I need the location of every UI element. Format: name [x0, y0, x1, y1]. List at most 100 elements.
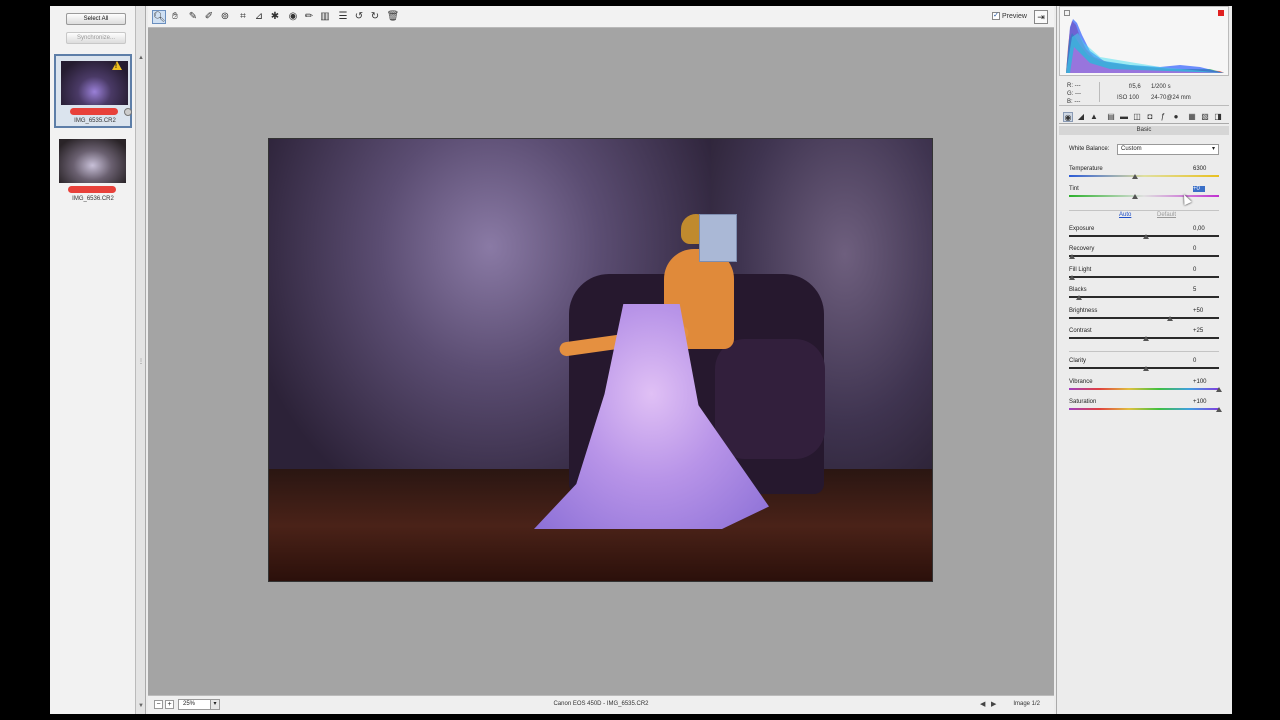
preferences-icon[interactable]: ☰	[336, 10, 350, 24]
slider-thumb[interactable]	[1132, 194, 1139, 199]
tab-camera-calibration-icon[interactable]: ●	[1171, 112, 1181, 122]
filmstrip: Select All Synchronize... ! IMG_6535.CR2…	[50, 6, 136, 714]
previous-image-icon[interactable]: ◀	[980, 700, 985, 708]
slider-thumb[interactable]	[1132, 174, 1139, 179]
slider-value-field[interactable]: 6300	[1193, 166, 1221, 172]
tab-snapshots-icon[interactable]: ▧	[1200, 112, 1210, 122]
r-value: R: ---	[1067, 83, 1081, 89]
slider-track[interactable]	[1069, 195, 1219, 197]
slider-value-field[interactable]: 0	[1193, 358, 1221, 364]
edited-badge-icon	[124, 108, 132, 116]
target-adjust-tool-icon[interactable]: ⊚	[218, 10, 232, 24]
info-separator	[1099, 82, 1100, 102]
slider-value-field[interactable]: +100	[1193, 399, 1221, 405]
thumbnail-caption: IMG_6536.CR2	[72, 196, 114, 202]
slider-thumb[interactable]	[1167, 316, 1174, 321]
tab-split-toning-icon[interactable]: ▬	[1119, 112, 1129, 122]
slider-thumb[interactable]	[1142, 366, 1149, 371]
status-bar: − + 25% ▾ Canon EOS 450D - IMG_6535.CR2 …	[148, 695, 1054, 714]
slider-value-field[interactable]: +25	[1193, 328, 1221, 334]
slider-value-field[interactable]: +50	[1193, 308, 1221, 314]
slider-value-field[interactable]: +0	[1193, 186, 1205, 192]
slider-track[interactable]	[1069, 255, 1219, 257]
white-balance-select[interactable]: Custom ▾	[1117, 144, 1219, 155]
straighten-tool-icon[interactable]: ⊿	[252, 10, 266, 24]
slider-thumb[interactable]	[1142, 336, 1149, 341]
slider-thumb[interactable]	[1076, 295, 1083, 300]
color-label-red	[70, 108, 118, 115]
auto-link[interactable]: Auto	[1119, 212, 1131, 218]
section-divider	[1069, 210, 1219, 211]
slider-track[interactable]	[1069, 276, 1219, 278]
g-value: G: ---	[1067, 91, 1081, 97]
tab-fx-icon[interactable]: ƒ	[1158, 112, 1168, 122]
thumbnail-img-6536[interactable]: IMG_6536.CR2	[54, 134, 132, 208]
tab-lens-corrections-icon[interactable]: ◫	[1132, 112, 1142, 122]
next-image-icon[interactable]: ▶	[991, 700, 996, 708]
slider-thumb[interactable]	[1216, 387, 1222, 392]
slider-track[interactable]	[1069, 296, 1219, 298]
tab-detail-icon[interactable]: ▲	[1089, 112, 1099, 122]
adjustment-panel: R: --- G: --- B: --- f/5,6 ISO 100 1/200…	[1056, 6, 1232, 714]
preview-toggle[interactable]: ✓ Preview	[992, 12, 1027, 20]
tab-presets-icon[interactable]: ▦	[1187, 112, 1197, 122]
slider-label: Blacks	[1069, 287, 1087, 293]
photo-gray-card	[699, 214, 737, 262]
slider-thumb[interactable]	[1216, 407, 1222, 412]
slider-value-field[interactable]: 0	[1193, 267, 1221, 273]
slider-value-field[interactable]: +100	[1193, 379, 1221, 385]
slider-thumb[interactable]	[1069, 275, 1075, 280]
color-sampler-tool-icon[interactable]: ✐	[202, 10, 216, 24]
warning-icon	[112, 61, 122, 70]
slider-value-field[interactable]: 0	[1193, 246, 1221, 252]
tab-menu-icon[interactable]: ◨	[1213, 112, 1223, 122]
slider-track[interactable]	[1069, 408, 1219, 410]
hand-tool-icon[interactable]: ✋︎	[168, 10, 182, 24]
scroll-down-icon[interactable]: ▼	[137, 702, 145, 710]
spot-removal-tool-icon[interactable]: ✱	[268, 10, 282, 24]
slider-track[interactable]	[1069, 317, 1219, 319]
tab-hsl-icon[interactable]: ▤	[1106, 112, 1116, 122]
slider-thumb[interactable]	[1069, 254, 1075, 259]
slider-value-field[interactable]: 5	[1193, 287, 1221, 293]
red-eye-tool-icon[interactable]: ◉	[286, 10, 300, 24]
slider-label: Vibrance	[1069, 379, 1093, 385]
raw-image-preview[interactable]	[268, 138, 933, 582]
section-divider	[1069, 351, 1219, 352]
white-balance-tool-icon[interactable]: ✎	[186, 10, 200, 24]
trash-icon[interactable]: 🗑︎	[386, 10, 400, 24]
tab-tone-curve-icon[interactable]: ◢	[1076, 112, 1086, 122]
slider-value-field[interactable]: 0,00	[1193, 226, 1221, 232]
panel-divider-handle-icon[interactable]: ⋮	[137, 358, 145, 366]
thumbnail-img-6535[interactable]: ! IMG_6535.CR2	[54, 54, 132, 128]
graduated-filter-icon[interactable]: ▥	[318, 10, 332, 24]
crop-tool-icon[interactable]: ⌗	[236, 10, 250, 24]
panel-title: Basic	[1059, 126, 1229, 135]
white-balance-label: White Balance:	[1069, 146, 1110, 152]
preview-checkbox[interactable]: ✓	[992, 12, 1000, 20]
toolbar: 🔍︎ ✋︎ ✎ ✐ ⊚ ⌗ ⊿ ✱ ◉ ✏︎ ▥ ☰ ↺ ↻ 🗑︎ ✓ Previ…	[148, 6, 1054, 28]
camera-info: R: --- G: --- B: --- f/5,6 ISO 100 1/200…	[1059, 78, 1229, 106]
b-value: B: ---	[1067, 99, 1081, 105]
scroll-up-icon[interactable]: ▲	[137, 54, 145, 62]
rotate-cw-icon[interactable]: ↻	[368, 10, 382, 24]
filmstrip-scrollbar[interactable]: ▲ ⋮ ▼	[136, 6, 146, 714]
slider-track[interactable]	[1069, 388, 1219, 390]
tab-effects-icon[interactable]: ◘	[1145, 112, 1155, 122]
color-label-red	[68, 186, 116, 193]
adjustment-brush-icon[interactable]: ✏︎	[302, 10, 316, 24]
slider-track[interactable]	[1069, 175, 1219, 177]
slider-label: Saturation	[1069, 399, 1097, 405]
synchronize-button[interactable]: Synchronize...	[66, 32, 126, 44]
rotate-ccw-icon[interactable]: ↺	[352, 10, 366, 24]
zoom-tool-icon[interactable]: 🔍︎	[152, 10, 166, 24]
preview-canvas[interactable]	[148, 28, 1054, 695]
aperture: f/5,6	[1129, 84, 1141, 90]
default-link[interactable]: Default	[1157, 212, 1176, 218]
slider-thumb[interactable]	[1142, 234, 1149, 239]
chevron-down-icon: ▾	[1211, 146, 1215, 152]
fullscreen-icon[interactable]: ⇥	[1034, 10, 1048, 24]
camera-raw-window: Select All Synchronize... ! IMG_6535.CR2…	[50, 6, 1232, 714]
tab-basic-icon[interactable]: ◉	[1063, 112, 1073, 122]
select-all-button[interactable]: Select All	[66, 13, 126, 25]
